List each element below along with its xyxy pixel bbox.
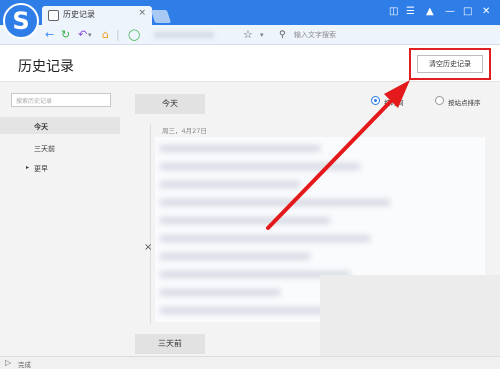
history-entry[interactable]	[160, 307, 335, 314]
history-entry[interactable]	[160, 199, 390, 206]
title-bar: 历史记录 × ◫ ☰ ▲ — □ ✕	[0, 0, 500, 25]
search-icon: ⚲	[279, 30, 286, 40]
tab-title: 历史记录	[63, 10, 95, 19]
expand-arrow-icon[interactable]: ▸	[26, 164, 29, 171]
delete-entry-icon[interactable]: ×	[144, 242, 152, 253]
history-search-input[interactable]: 搜索历史记录	[11, 93, 111, 107]
history-entry[interactable]	[160, 235, 370, 242]
group-header-three-days: 三天前	[135, 334, 205, 354]
favorite-star-icon[interactable]: ☆	[243, 28, 253, 42]
search-input[interactable]: ⚲ 输入文字搜索	[279, 28, 496, 42]
refresh-icon[interactable]: ↻	[61, 28, 70, 42]
sort-by-site-radio[interactable]	[435, 96, 444, 105]
status-text: 完成	[18, 361, 31, 369]
sidebar-item-today[interactable]: 今天	[34, 122, 48, 132]
history-tab[interactable]: 历史记录 ×	[42, 6, 152, 25]
sidebar: 搜索历史记录 今天 三天前 ▸ 更早	[0, 82, 120, 356]
url-dropdown-icon[interactable]: ▾	[260, 28, 264, 42]
sidebar-active-background	[0, 117, 120, 134]
tab-close-icon[interactable]: ×	[138, 8, 146, 18]
search-placeholder: 输入文字搜索	[294, 31, 336, 39]
undo-dropdown-icon[interactable]: ▾	[88, 28, 92, 42]
back-icon[interactable]: ←	[45, 28, 54, 42]
history-entry[interactable]	[160, 289, 280, 296]
highlight-box	[409, 48, 491, 80]
minimize-icon[interactable]: —	[445, 5, 455, 19]
url-text-blurred	[154, 32, 214, 38]
new-tab-button[interactable]	[150, 10, 172, 23]
history-search-placeholder: 搜索历史记录	[16, 98, 53, 105]
timeline-line	[150, 124, 151, 324]
status-bar: ▷ 完成	[0, 356, 500, 369]
browser-logo[interactable]: S	[3, 3, 39, 39]
close-window-icon[interactable]: ✕	[482, 5, 490, 19]
play-icon[interactable]: ▷	[5, 358, 11, 367]
page-title: 历史记录	[18, 59, 74, 75]
page-header: 历史记录 清空历史记录	[0, 45, 500, 82]
menu-icon[interactable]: ☰	[406, 5, 415, 19]
history-entry[interactable]	[160, 145, 320, 152]
sort-by-time-radio[interactable]	[371, 96, 380, 105]
home-icon[interactable]: ⌂	[102, 28, 109, 42]
maximize-icon[interactable]: □	[463, 5, 472, 19]
sort-by-time-label[interactable]: 按时间	[384, 97, 404, 107]
skin-icon[interactable]: ▲	[426, 5, 434, 19]
history-entry[interactable]	[160, 217, 330, 224]
blank-overlay	[320, 275, 500, 356]
page-icon	[48, 10, 59, 21]
divider: |	[116, 28, 120, 41]
secure-shield-icon: ◯	[128, 28, 141, 41]
history-entry[interactable]	[160, 253, 310, 260]
address-bar: ← ↻ ↶ ▾ ⌂ | ◯ ☆ ▾ ⚲ 输入文字搜索	[0, 25, 500, 45]
sort-by-site-label[interactable]: 按站点排序	[448, 97, 481, 107]
history-entry[interactable]	[160, 181, 300, 188]
sidebar-item-earlier[interactable]: 更早	[34, 164, 48, 174]
history-entry[interactable]	[160, 163, 360, 170]
group-header-today: 今天	[135, 94, 205, 114]
date-subheader: 周三，4月27日	[162, 127, 207, 135]
sidebar-item-three-days[interactable]: 三天前	[34, 144, 55, 154]
reader-icon[interactable]: ◫	[389, 5, 398, 19]
undo-icon[interactable]: ↶	[78, 28, 87, 42]
